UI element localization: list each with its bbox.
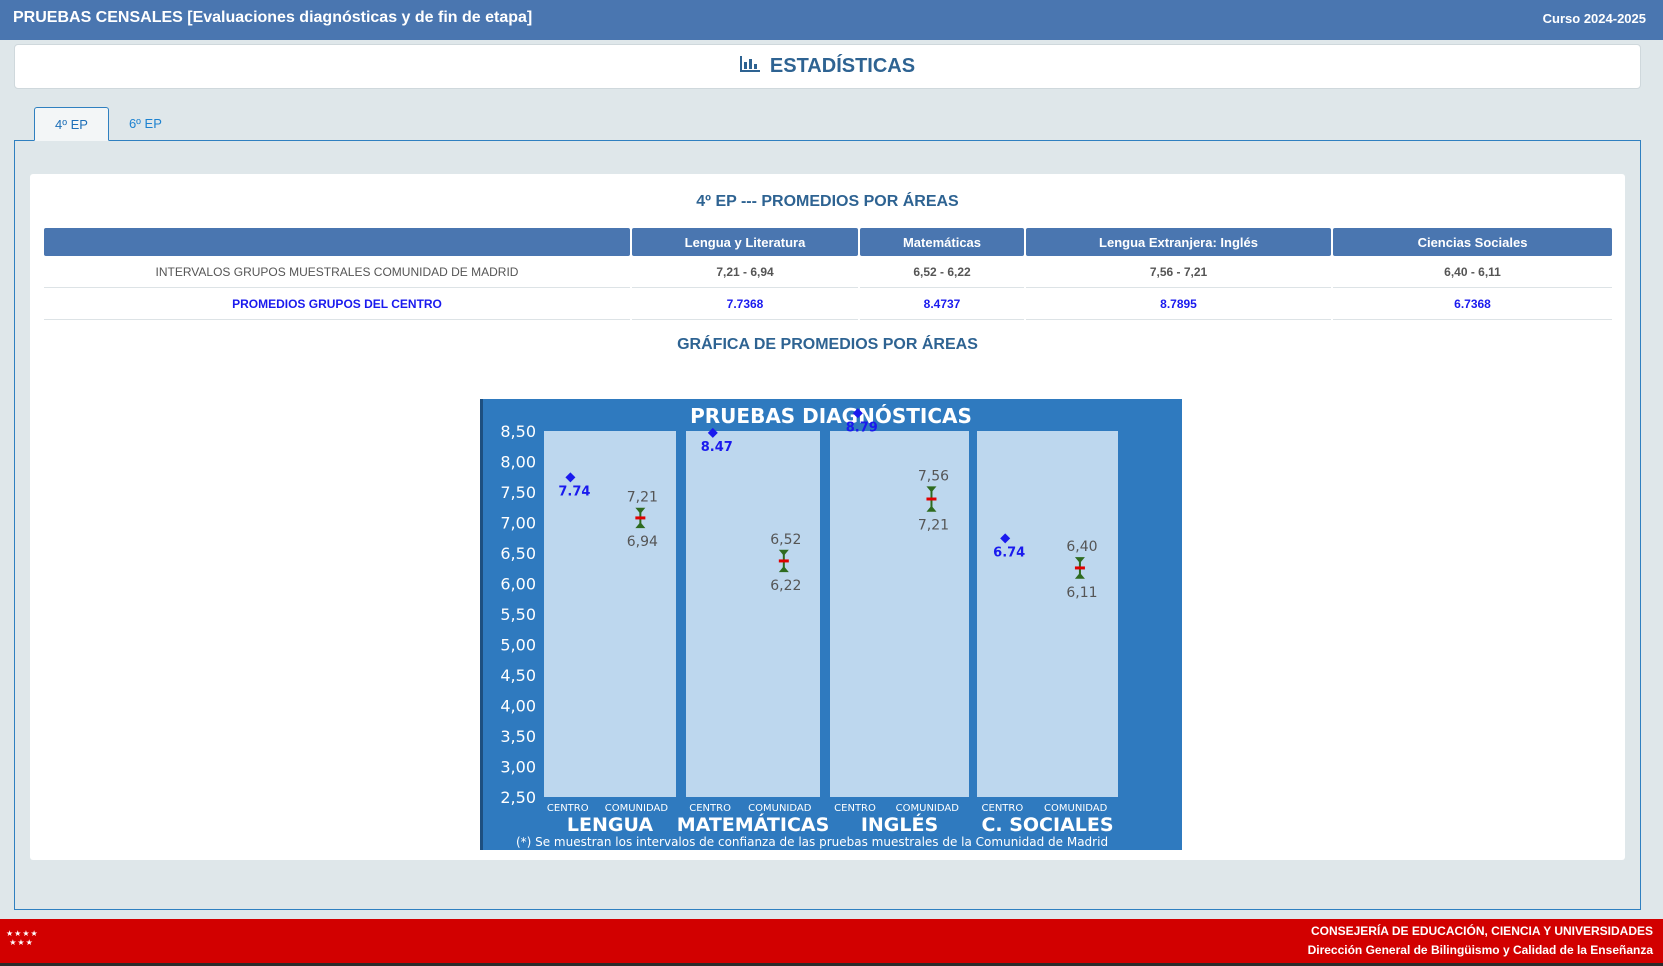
y-tick-label: 4,50 — [500, 666, 536, 685]
table-header: Ciencias Sociales — [1333, 228, 1612, 256]
table-header: Lengua y Literatura — [632, 228, 858, 256]
comunidad-axis-label: COMUNIDAD — [748, 803, 812, 814]
y-tick-label: 7,50 — [500, 483, 536, 502]
tab-6ep[interactable]: 6º EP — [109, 107, 182, 141]
chart-container: PRUEBAS DIAGNÓSTICAS 8,50 8,00 7,50 7,00 6,50… — [480, 399, 1182, 850]
table-header: Lengua Extranjera: Inglés — [1026, 228, 1331, 256]
comunidad-axis-label: COMUNIDAD — [896, 803, 960, 814]
averages-table: Lengua y Literatura Matemáticas Lengua E… — [42, 228, 1614, 320]
tab-panel: 4º EP --- PROMEDIOS POR ÁREAS Lengua y L… — [14, 140, 1641, 910]
chart-border — [480, 399, 483, 850]
comunidad-axis-label: COMUNIDAD — [605, 803, 669, 814]
interval-high-label: 6,52 — [770, 532, 801, 548]
chart-section-title: GRÁFICA DE PROMEDIOS POR ÁREAS — [677, 336, 978, 353]
table-cell: 7,56 - 7,21 — [1026, 256, 1331, 288]
table-header: Matemáticas — [860, 228, 1024, 256]
y-tick-label: 5,50 — [500, 605, 536, 624]
y-tick-label: 4,00 — [500, 697, 536, 716]
y-tick-label: 6,00 — [500, 575, 536, 594]
y-tick-label: 2,50 — [500, 788, 536, 807]
table-row: PROMEDIOS GRUPOS DEL CENTRO 7.7368 8.473… — [44, 288, 1612, 320]
row-label: INTERVALOS GRUPOS MUESTRALES COMUNIDAD D… — [44, 256, 630, 288]
interval-high-label: 7,56 — [918, 468, 949, 484]
y-tick-label: 5,00 — [500, 636, 536, 655]
section-title: 4º EP --- PROMEDIOS POR ÁREAS — [696, 193, 959, 210]
interval-low-label: 6,22 — [770, 578, 801, 594]
area-panel — [686, 431, 820, 797]
interval-high-label: 6,40 — [1066, 539, 1097, 555]
interval-low-label: 6,11 — [1066, 585, 1097, 601]
comunidad-axis-label: COMUNIDAD — [1044, 803, 1108, 814]
chart-note: (*) Se muestran los intervalos de confia… — [516, 835, 1108, 849]
chart-title: PRUEBAS DIAGNÓSTICAS — [690, 404, 972, 428]
table-header-row: Lengua y Literatura Matemáticas Lengua E… — [44, 228, 1612, 256]
footer-line-1: CONSEJERÍA DE EDUCACIÓN, CIENCIA Y UNIVE… — [1310, 924, 1653, 938]
centro-axis-label: CENTRO — [982, 803, 1024, 814]
table-cell: 8.7895 — [1026, 288, 1331, 320]
area-label: INGLÉS — [861, 813, 938, 836]
y-tick-label: 6,50 — [500, 544, 536, 563]
app-title: PRUEBAS CENSALES [Evaluaciones diagnósti… — [13, 9, 533, 26]
centro-label: 6.74 — [993, 545, 1025, 560]
area-panel — [830, 431, 969, 797]
row-label: PROMEDIOS GRUPOS DEL CENTRO — [44, 288, 630, 320]
interval-high-label: 7,21 — [627, 490, 658, 506]
y-tick-label: 3,00 — [500, 758, 536, 777]
table-cell: 6.7368 — [1333, 288, 1612, 320]
footer-line-2: Dirección General de Bilingüismo y Calid… — [1307, 943, 1653, 957]
y-tick-label: 8,50 — [500, 422, 536, 441]
y-tick-label: 7,00 — [500, 514, 536, 533]
area-label: C. SOCIALES — [981, 814, 1113, 836]
table-row: INTERVALOS GRUPOS MUESTRALES COMUNIDAD D… — [44, 256, 1612, 288]
interval-low-label: 7,21 — [918, 518, 949, 534]
footer: ★★★★ ★★★ CONSEJERÍA DE EDUCACIÓN, CIENCI… — [0, 919, 1663, 963]
y-tick-label: 3,50 — [500, 727, 536, 746]
area-label: LENGUA — [567, 814, 653, 836]
table-header — [44, 228, 630, 256]
page-header: ESTADÍSTICAS — [14, 44, 1641, 89]
table-cell: 7,21 - 6,94 — [632, 256, 858, 288]
page-title: ESTADÍSTICAS — [769, 55, 916, 77]
level-tabs: 4º EP 6º EP — [34, 107, 182, 141]
centro-label: 8.79 — [846, 420, 878, 435]
table-cell: 6,40 - 6,11 — [1333, 256, 1612, 288]
tab-4ep[interactable]: 4º EP — [34, 107, 109, 141]
diagnostic-chart: PRUEBAS DIAGNÓSTICAS 8,50 8,00 7,50 7,00 6,50… — [480, 399, 1182, 850]
y-tick-label: 8,00 — [500, 453, 536, 472]
table-cell: 7.7368 — [632, 288, 858, 320]
area-label: MATEMÁTICAS — [677, 813, 830, 836]
table-cell: 8.4737 — [860, 288, 1024, 320]
table-cell: 6,52 - 6,22 — [860, 256, 1024, 288]
stats-card: 4º EP --- PROMEDIOS POR ÁREAS Lengua y L… — [30, 174, 1625, 860]
stars-logo: ★★★★ ★★★ — [6, 929, 39, 947]
bar-chart-icon — [739, 55, 760, 78]
centro-axis-label: CENTRO — [547, 803, 589, 814]
course-label: Curso 2024-2025 — [1542, 11, 1646, 26]
interval-low-label: 6,94 — [627, 534, 658, 550]
centro-label: 8.47 — [701, 440, 733, 455]
top-bar: PRUEBAS CENSALES [Evaluaciones diagnósti… — [0, 0, 1663, 40]
centro-axis-label: CENTRO — [689, 803, 731, 814]
centro-label: 7.74 — [558, 484, 590, 499]
area-panel — [977, 431, 1118, 797]
centro-axis-label: CENTRO — [834, 803, 876, 814]
